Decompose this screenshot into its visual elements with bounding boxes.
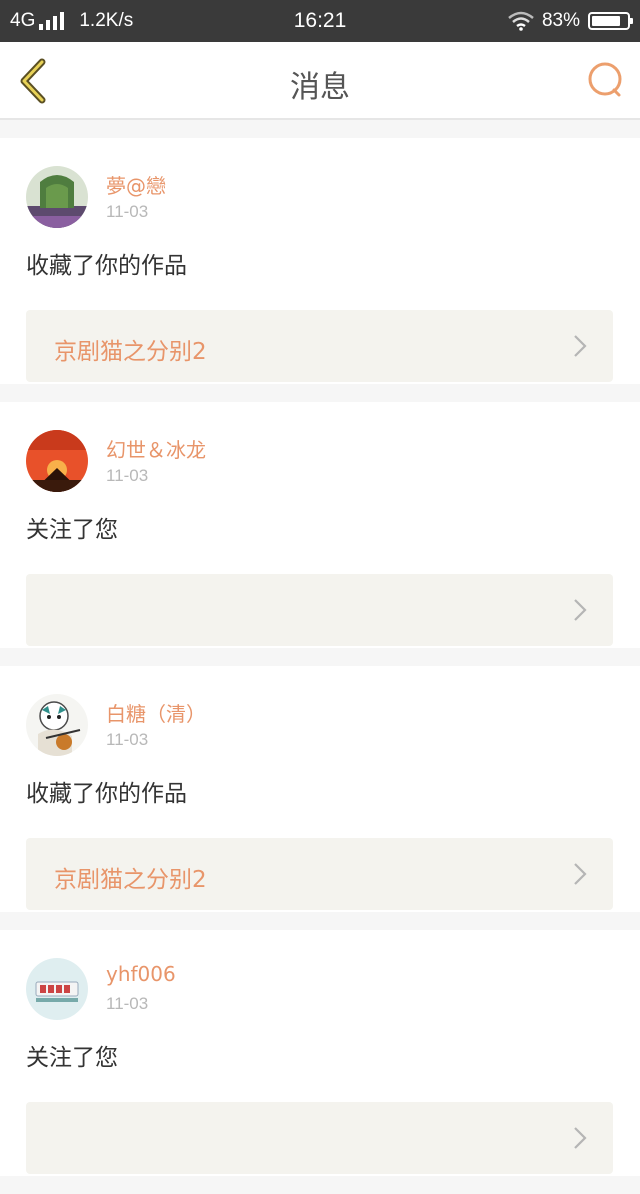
user-name[interactable]: yhf006 — [106, 962, 176, 986]
work-link[interactable] — [26, 1102, 613, 1174]
message-card: 幻世＆冰龙 11-03 关注了您 — [0, 402, 640, 648]
message-card: 夢@戀 11-03 收藏了你的作品 京剧猫之分别2 — [0, 138, 640, 384]
action-text: 收藏了你的作品 — [26, 781, 187, 807]
message-list: 夢@戀 11-03 收藏了你的作品 京剧猫之分别2 幻世＆冰龙 11-03 关注… — [0, 138, 640, 1194]
work-title: 京剧猫之分别2 — [54, 867, 207, 893]
battery-percent: 83% — [541, 10, 580, 31]
action-text: 关注了您 — [26, 1045, 118, 1071]
message-date: 11-03 — [106, 730, 149, 749]
battery-icon — [588, 12, 633, 30]
avatar[interactable] — [26, 694, 88, 756]
avatar-image — [26, 694, 88, 756]
work-link[interactable]: 京剧猫之分别2 — [26, 838, 613, 910]
status-bar: 4G 1.2K/s 16:21 83% — [0, 0, 640, 42]
work-link[interactable]: 京剧猫之分别2 — [26, 310, 613, 382]
status-right: 83% — [508, 10, 633, 32]
chevron-right-icon — [574, 863, 587, 885]
message-date: 11-03 — [106, 994, 149, 1013]
message-card: 白糖（清） 11-03 收藏了你的作品 京剧猫之分别2 — [0, 666, 640, 912]
work-title: 京剧猫之分别2 — [54, 339, 207, 365]
page-title: 消息 — [290, 70, 350, 105]
chevron-right-icon — [574, 335, 587, 357]
battery-fill — [592, 16, 621, 26]
avatar[interactable] — [26, 166, 88, 228]
avatar-image — [26, 430, 88, 492]
user-name[interactable]: 夢@戀 — [106, 170, 166, 199]
message-date: 11-03 — [106, 202, 149, 221]
message-date: 11-03 — [106, 466, 149, 485]
action-text: 关注了您 — [26, 517, 118, 543]
avatar[interactable] — [26, 430, 88, 492]
action-text: 收藏了你的作品 — [26, 253, 187, 279]
user-name[interactable]: 白糖（清） — [106, 698, 206, 727]
avatar-image — [26, 958, 88, 1020]
message-card: yhf006 11-03 关注了您 — [0, 930, 640, 1176]
avatar[interactable] — [26, 958, 88, 1020]
wifi-icon — [508, 11, 534, 31]
work-link[interactable] — [26, 574, 613, 646]
user-name[interactable]: 幻世＆冰龙 — [106, 434, 206, 463]
search-icon[interactable] — [586, 60, 626, 100]
chevron-right-icon — [574, 1127, 587, 1149]
chevron-right-icon — [574, 599, 587, 621]
nav-bar: 消息 — [0, 42, 640, 120]
avatar-image — [26, 166, 88, 228]
